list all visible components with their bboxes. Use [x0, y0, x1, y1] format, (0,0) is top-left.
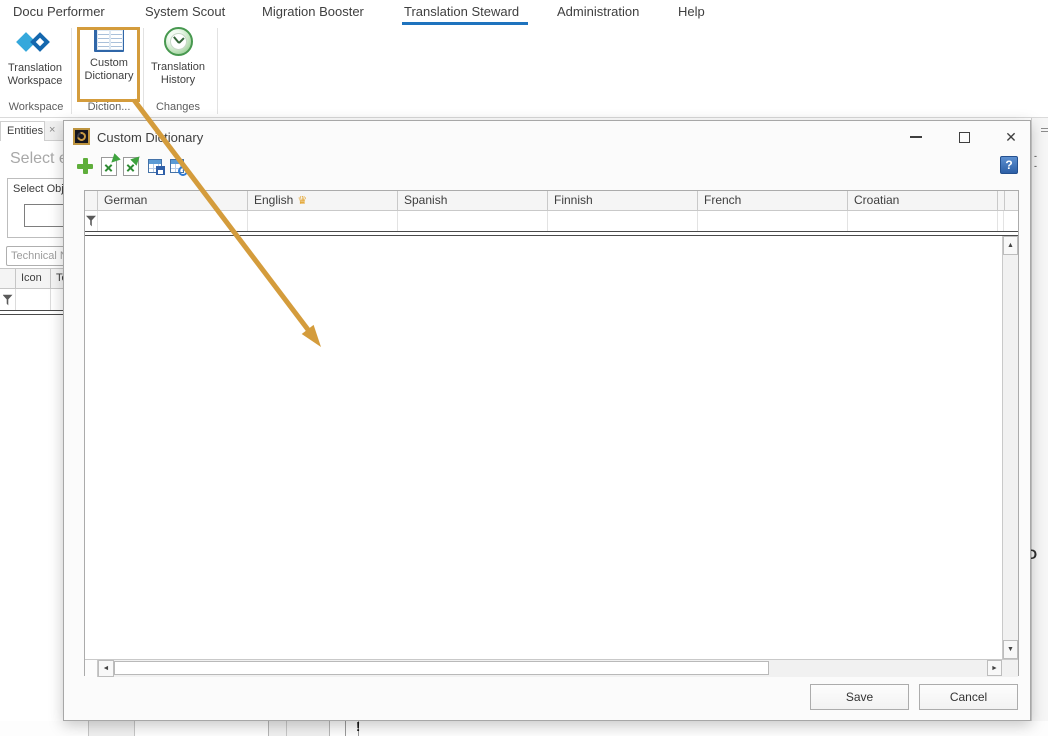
ribbon-group-dictionary: Diction...	[80, 101, 138, 113]
menu-tab-system-scout[interactable]: System Scout	[145, 4, 225, 19]
menu-tab-translation-steward[interactable]: Translation Steward	[404, 4, 519, 19]
scroll-left-button[interactable]: ◄	[98, 660, 114, 677]
button-label-line2: History	[151, 74, 205, 87]
filter-cell-croatian[interactable]	[848, 211, 998, 231]
translation-workspace-icon	[16, 27, 54, 57]
custom-dictionary-dialog: Custom Dictionary ✕ ? Ge	[63, 120, 1031, 721]
minimize-button[interactable]	[900, 125, 932, 149]
active-tab-underline	[402, 22, 528, 25]
translation-history-button[interactable]: Translation History	[146, 27, 210, 87]
app-window: Docu Performer System Scout Migration Bo…	[0, 0, 1048, 736]
filler-column-header	[998, 191, 1005, 210]
filter-cell-french[interactable]	[698, 211, 848, 231]
grid-filter-row	[85, 211, 1018, 231]
background-right-dashes: - -	[1034, 151, 1048, 171]
background-bottom-row	[0, 721, 1048, 736]
menu-tab-administration[interactable]: Administration	[557, 4, 639, 19]
grid-data-area[interactable]: ▲ ▼	[85, 236, 1018, 659]
filter-cell-english[interactable]	[248, 211, 398, 231]
add-icon	[76, 157, 94, 175]
column-header-spanish[interactable]: Spanish	[398, 191, 548, 210]
object-input-field[interactable]	[24, 204, 65, 227]
minimize-icon	[910, 136, 922, 138]
background-right-panel	[1031, 118, 1048, 736]
column-header-finnish[interactable]: Finnish	[548, 191, 698, 210]
ribbon-group-changes: Changes	[146, 101, 210, 113]
scrollbar-thumb[interactable]	[114, 661, 769, 675]
grid-header-row: German English♛ Spanish Finnish French C…	[85, 191, 1018, 211]
tab-close-icon[interactable]: ×	[49, 124, 55, 136]
filter-icon[interactable]	[86, 215, 96, 227]
background-exclamation: !	[356, 719, 360, 734]
ribbon-group-divider	[71, 28, 72, 114]
scrollbar-corner-box	[85, 660, 98, 677]
column-header-french[interactable]: French	[698, 191, 848, 210]
row-indicator-header	[85, 191, 98, 210]
button-label-line1: Translation	[8, 62, 63, 75]
header-indicator-cell	[0, 269, 16, 288]
filter-cell[interactable]	[16, 289, 51, 311]
ribbon-group-divider	[143, 28, 144, 114]
annotation-highlight-box	[77, 27, 140, 102]
translation-history-icon	[164, 27, 193, 56]
scroll-right-button[interactable]: ►	[987, 660, 1002, 676]
table-refresh-icon	[170, 159, 184, 173]
background-table-header: Icon Te	[0, 268, 65, 289]
menu-tab-migration-booster[interactable]: Migration Booster	[262, 4, 364, 19]
filter-cell-spanish[interactable]	[398, 211, 548, 231]
column-header-croatian[interactable]: Croatian	[848, 191, 998, 210]
translation-workspace-button[interactable]: Translation Workspace	[2, 27, 68, 88]
tab-entities[interactable]: Entities	[0, 121, 45, 141]
filter-cell-finnish[interactable]	[548, 211, 698, 231]
help-button[interactable]: ?	[1000, 156, 1018, 174]
save-table-button[interactable]	[144, 155, 166, 177]
scroll-up-button[interactable]: ▲	[1003, 236, 1018, 255]
close-button[interactable]: ✕	[994, 125, 1028, 149]
vertical-scrollbar[interactable]: ▲ ▼	[1002, 236, 1018, 659]
import-excel-button[interactable]	[98, 155, 120, 177]
dialog-title: Custom Dictionary	[97, 130, 203, 145]
cancel-button[interactable]: Cancel	[919, 684, 1018, 710]
table-save-icon	[148, 159, 162, 173]
ribbon-separator	[0, 117, 1048, 118]
scroll-down-button[interactable]: ▼	[1003, 640, 1018, 659]
technical-name-field[interactable]: Technical Na	[6, 246, 65, 266]
button-label-line1: Translation	[151, 61, 205, 74]
horizontal-scrollbar[interactable]: ◄ ►	[85, 659, 1018, 677]
refresh-table-button[interactable]	[166, 155, 188, 177]
column-header-english[interactable]: English♛	[248, 191, 398, 210]
ribbon-group-divider	[217, 28, 218, 114]
key-language-crown-icon: ♛	[297, 195, 307, 207]
scrollbar-track[interactable]: ►	[114, 660, 1002, 677]
header-icon-column[interactable]: Icon	[16, 269, 51, 288]
save-button[interactable]: Save	[810, 684, 909, 710]
filter-cell-german[interactable]	[98, 211, 248, 231]
maximize-icon	[959, 132, 970, 143]
excel-import-icon	[101, 157, 117, 176]
row-separator	[0, 310, 65, 315]
filter-icon[interactable]	[3, 294, 13, 306]
background-filter-row	[0, 289, 65, 311]
maximize-button[interactable]	[948, 125, 980, 149]
menu-tab-help[interactable]: Help	[678, 4, 705, 19]
select-object-header: Select Obj	[8, 179, 64, 195]
excel-export-icon	[123, 157, 139, 176]
dialog-app-icon	[73, 128, 90, 145]
scrollbar-corner	[1002, 660, 1018, 677]
ribbon-group-workspace: Workspace	[2, 101, 70, 113]
help-icon: ?	[1005, 158, 1012, 172]
close-icon: ✕	[1005, 129, 1017, 146]
dictionary-grid: German English♛ Spanish Finnish French C…	[84, 190, 1019, 676]
select-entities-heading: Select e	[10, 150, 68, 168]
column-header-german[interactable]: German	[98, 191, 248, 210]
menu-tab-docu-performer[interactable]: Docu Performer	[13, 4, 105, 19]
add-entry-button[interactable]	[74, 155, 96, 177]
button-label-line2: Workspace	[8, 75, 63, 88]
export-excel-button[interactable]	[120, 155, 142, 177]
